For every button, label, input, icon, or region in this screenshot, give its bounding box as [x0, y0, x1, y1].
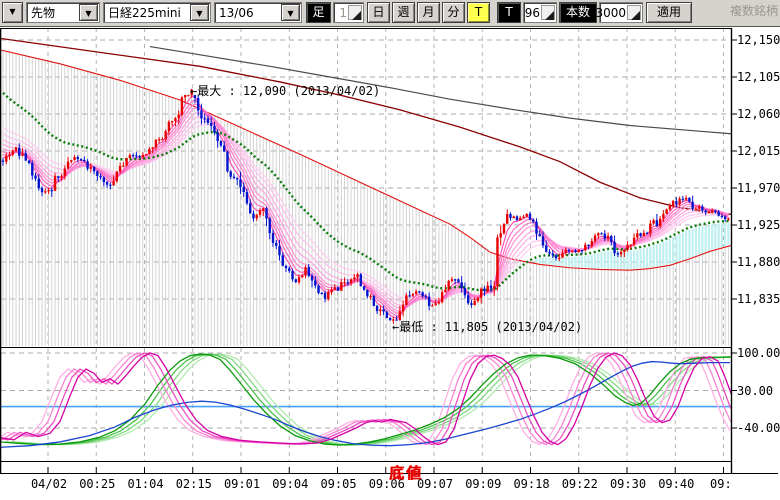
session-low-annotation: ←最低 : 11,805 (2013/04/02): [392, 318, 582, 335]
time-axis-label: 09:01: [222, 477, 262, 491]
time-axis-label: 01:04: [126, 477, 166, 491]
toolbar: ▼ 先物 ▼ 日経225mini ▼ 13/06 ▼ 足 1 日 週 月 分 T…: [0, 0, 780, 27]
tick-count-spinner[interactable]: 96: [523, 2, 557, 23]
chevron-down-icon[interactable]: ▼: [190, 4, 209, 21]
time-axis-label: 02:15: [174, 477, 214, 491]
symbol-name-value: 日経225mini: [108, 4, 190, 23]
oscillator-axis-label: 30.00: [737, 384, 773, 398]
time-axis-label: 09:09: [463, 477, 503, 491]
price-axis-label: 11,880: [737, 255, 780, 269]
time-axis-label: 04/02: [29, 477, 69, 491]
price-axis-label: 11,835: [737, 292, 780, 306]
spin-handle-icon[interactable]: [631, 11, 640, 20]
tick-count-label[interactable]: T: [497, 2, 521, 23]
multi-symbol-button: 複数銘柄: [706, 2, 778, 23]
chevron-down-icon[interactable]: ▼: [79, 4, 98, 21]
contract-month-value: 13/06: [219, 4, 281, 23]
time-axis-label: 09:22: [560, 477, 600, 491]
bottom-price-annotation: 底値: [389, 462, 423, 483]
time-axis-label: 00:25: [77, 477, 117, 491]
bar-interval-value: 1: [339, 4, 347, 23]
symbol-name-select[interactable]: 日経225mini ▼: [103, 2, 211, 23]
time-axis-labels: 04/0200:2501:0402:1509:0109:0409:0509:06…: [0, 0, 731, 500]
period-tick-button[interactable]: T: [467, 2, 490, 23]
price-axis-label: 12,105: [737, 70, 780, 84]
period-day-button[interactable]: 日: [367, 2, 390, 23]
time-axis-label: 09:30: [608, 477, 648, 491]
chart-application-window: ▼ 先物 ▼ 日経225mini ▼ 13/06 ▼ 足 1 日 週 月 分 T…: [0, 0, 780, 500]
time-axis-label: 09:05: [319, 477, 359, 491]
apply-button[interactable]: 適用: [646, 2, 692, 23]
spin-handle-icon[interactable]: [545, 11, 554, 20]
spin-handle-icon[interactable]: [352, 11, 361, 20]
price-axis-label: 12,060: [737, 107, 780, 121]
session-high-annotation: ←最大 : 12,090 (2013/04/02): [190, 82, 380, 99]
tick-count-value: 96: [525, 4, 540, 23]
symbol-category-value: 先物: [31, 4, 79, 23]
bar-count-label[interactable]: 本数: [559, 2, 597, 23]
mini-dropdown-button[interactable]: ▼: [2, 2, 23, 23]
symbol-category-select[interactable]: 先物 ▼: [26, 2, 100, 23]
chevron-down-icon[interactable]: ▼: [281, 4, 300, 21]
bar-interval-spinner[interactable]: 1: [333, 2, 364, 23]
bar-count-spinner[interactable]: 3000: [599, 2, 643, 23]
period-week-button[interactable]: 週: [392, 2, 415, 23]
time-axis-label: 09:40: [656, 477, 696, 491]
oscillator-axis-label: 100.00: [737, 346, 780, 360]
time-axis-label: 09:04: [270, 477, 310, 491]
price-axis-label: 11,970: [737, 181, 780, 195]
price-axis-label: 11,925: [737, 218, 780, 232]
bar-count-value: 3000: [595, 4, 626, 23]
period-minute-button[interactable]: 分: [442, 2, 465, 23]
oscillator-axis-label: -40.00: [737, 421, 780, 435]
time-axis-label: 09:18: [512, 477, 552, 491]
period-month-button[interactable]: 月: [417, 2, 440, 23]
bar-type-button[interactable]: 足: [306, 2, 331, 23]
time-axis-label: 09:4: [705, 477, 732, 491]
contract-month-select[interactable]: 13/06 ▼: [214, 2, 302, 23]
price-axis-label: 12,015: [737, 144, 780, 158]
price-axis-label: 12,150: [737, 33, 780, 47]
